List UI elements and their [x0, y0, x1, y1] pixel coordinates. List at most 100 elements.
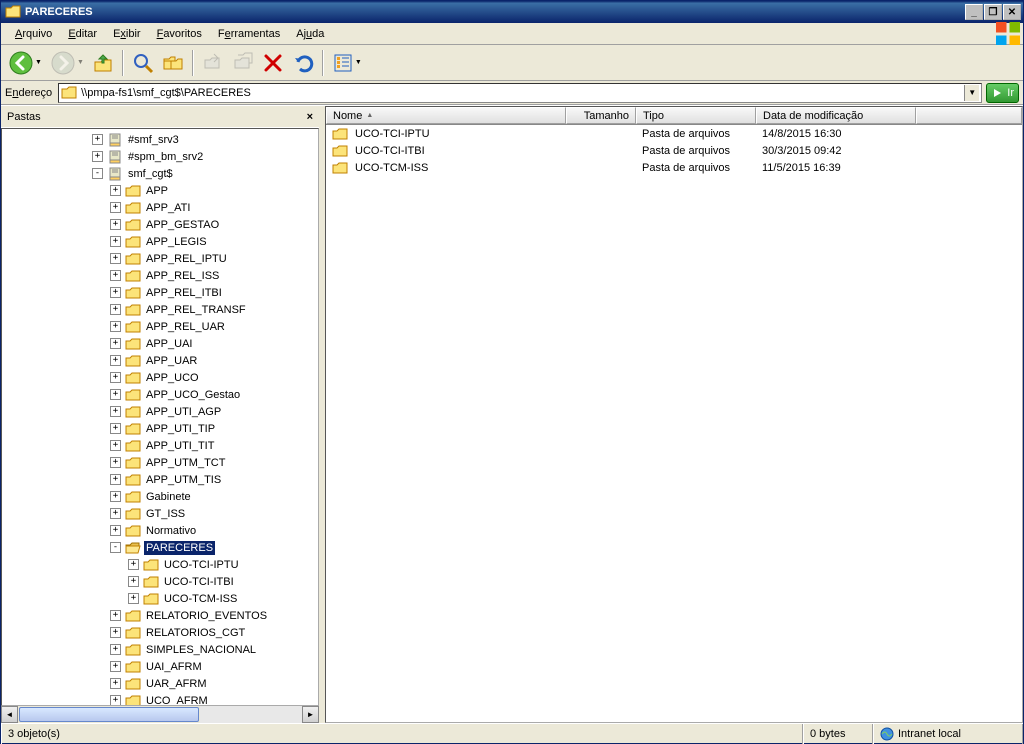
folders-button[interactable] — [159, 49, 187, 77]
expand-button[interactable]: + — [110, 474, 121, 485]
tree-label[interactable]: #smf_srv3 — [126, 133, 181, 147]
menu-exibir[interactable]: Exibir — [105, 25, 149, 43]
tree-hscroll[interactable]: ◄ ► — [1, 706, 319, 723]
tree-label[interactable]: UCO-TCI-IPTU — [162, 558, 241, 572]
scroll-track[interactable] — [200, 706, 302, 723]
tree-node[interactable]: +UCO_AFRM — [2, 692, 318, 706]
tree-node[interactable]: +APP_UCO_Gestao — [2, 386, 318, 403]
expand-button[interactable]: + — [110, 440, 121, 451]
column-header-nome[interactable]: Nome▲ — [326, 107, 566, 124]
undo-button[interactable] — [289, 49, 317, 77]
tree-label[interactable]: APP_UTI_AGP — [144, 405, 223, 419]
expand-button[interactable]: + — [110, 236, 121, 247]
up-button[interactable] — [89, 49, 117, 77]
expand-button[interactable]: + — [110, 406, 121, 417]
expand-button[interactable]: + — [128, 576, 139, 587]
tree-label[interactable]: APP — [144, 184, 170, 198]
tree-node[interactable]: + #spm_bm_srv2 — [2, 148, 318, 165]
tree-node[interactable]: +RELATORIOS_CGT — [2, 624, 318, 641]
tree-node[interactable]: +UCO-TCI-ITBI — [2, 573, 318, 590]
tree-node[interactable]: + RELATORIO_EVENTOS — [2, 607, 318, 624]
menu-arquivo[interactable]: Arquivo — [7, 25, 60, 43]
expand-button[interactable]: + — [110, 678, 121, 689]
scroll-thumb[interactable] — [19, 707, 199, 722]
search-button[interactable] — [129, 49, 157, 77]
tree-label[interactable]: APP_GESTAO — [144, 218, 221, 232]
tree-node[interactable]: - PARECERES — [2, 539, 318, 556]
tree-node[interactable]: + APP_UTM_TIS — [2, 471, 318, 488]
file-rows[interactable]: UCO-TCI-IPTUPasta de arquivos14/8/2015 1… — [326, 125, 1022, 722]
back-button[interactable]: ▼ — [5, 49, 45, 77]
tree-node[interactable]: +APP_UTI_TIT — [2, 437, 318, 454]
tree-node[interactable]: + UCO-TCM-ISS — [2, 590, 318, 607]
tree-label[interactable]: RELATORIO_EVENTOS — [144, 609, 269, 623]
expand-button[interactable]: + — [110, 338, 121, 349]
folders-panel-close-button[interactable]: × — [307, 111, 313, 123]
expand-button[interactable]: + — [110, 321, 121, 332]
expand-button[interactable]: + — [110, 695, 121, 706]
tree-node[interactable]: +APP_REL_IPTU — [2, 250, 318, 267]
menu-ferramentas[interactable]: Ferramentas — [210, 25, 288, 43]
tree-label[interactable]: PARECERES — [144, 541, 215, 555]
tree-node[interactable]: +Normativo — [2, 522, 318, 539]
views-button[interactable]: ▼ — [329, 49, 365, 77]
tree-label[interactable]: APP_UCO_Gestao — [144, 388, 242, 402]
expand-button[interactable]: + — [128, 559, 139, 570]
expand-button[interactable]: + — [110, 457, 121, 468]
tree-node[interactable]: + UCO-TCI-IPTU — [2, 556, 318, 573]
tree-node[interactable]: + #smf_srv3 — [2, 131, 318, 148]
menu-editar[interactable]: Editar — [60, 25, 105, 43]
address-combo[interactable]: \\pmpa-fs1\smf_cgt$\PARECERES ▼ — [58, 83, 982, 103]
copy-to-button[interactable] — [229, 49, 257, 77]
collapse-button[interactable]: - — [110, 542, 121, 553]
tree-label[interactable]: #spm_bm_srv2 — [126, 150, 205, 164]
expand-button[interactable]: + — [128, 593, 139, 604]
expand-button[interactable]: + — [110, 423, 121, 434]
tree-node[interactable]: +APP_UAI — [2, 335, 318, 352]
tree-label[interactable]: APP_REL_ISS — [144, 269, 221, 283]
tree-node[interactable]: +APP_UAR — [2, 352, 318, 369]
tree-label[interactable]: UAI_AFRM — [144, 660, 204, 674]
expand-button[interactable]: + — [110, 644, 121, 655]
expand-button[interactable]: + — [92, 151, 103, 162]
expand-button[interactable]: + — [110, 508, 121, 519]
tree-label[interactable]: APP_UTI_TIP — [144, 422, 217, 436]
scroll-left-button[interactable]: ◄ — [1, 706, 18, 723]
tree-node[interactable]: +UAR_AFRM — [2, 675, 318, 692]
tree-label[interactable]: APP_REL_ITBI — [144, 286, 224, 300]
expand-button[interactable]: + — [110, 202, 121, 213]
tree-node[interactable]: + APP_UTI_AGP — [2, 403, 318, 420]
file-row[interactable]: UCO-TCI-IPTUPasta de arquivos14/8/2015 1… — [326, 125, 1022, 142]
expand-button[interactable]: + — [110, 185, 121, 196]
tree-label[interactable]: SIMPLES_NACIONAL — [144, 643, 258, 657]
tree-node[interactable]: + APP_ATI — [2, 199, 318, 216]
tree-node[interactable]: +APP_REL_UAR — [2, 318, 318, 335]
expand-button[interactable]: + — [110, 491, 121, 502]
minimize-button[interactable]: _ — [965, 4, 983, 20]
tree-label[interactable]: APP_ATI — [144, 201, 192, 215]
go-button[interactable]: Ir — [986, 83, 1019, 103]
tree-node[interactable]: +APP_UCO — [2, 369, 318, 386]
menu-ajuda[interactable]: Ajuda — [288, 25, 332, 43]
address-dropdown-button[interactable]: ▼ — [964, 85, 979, 101]
expand-button[interactable]: + — [110, 253, 121, 264]
tree-node[interactable]: +APP_REL_ISS — [2, 267, 318, 284]
tree-label[interactable]: APP_UTM_TCT — [144, 456, 227, 470]
tree-node[interactable]: +UAI_AFRM — [2, 658, 318, 675]
tree-label[interactable]: smf_cgt$ — [126, 167, 175, 181]
tree-node[interactable]: -smf_cgt$ — [2, 165, 318, 182]
expand-button[interactable]: + — [110, 372, 121, 383]
tree-label[interactable]: UCO-TCM-ISS — [162, 592, 239, 606]
tree-node[interactable]: +APP_REL_TRANSF — [2, 301, 318, 318]
tree-node[interactable]: +GT_ISS — [2, 505, 318, 522]
delete-button[interactable] — [259, 49, 287, 77]
tree-label[interactable]: APP_UAR — [144, 354, 199, 368]
expand-button[interactable]: + — [110, 525, 121, 536]
expand-button[interactable]: + — [110, 610, 121, 621]
tree-node[interactable]: + APP_UTI_TIP — [2, 420, 318, 437]
file-row[interactable]: UCO-TCI-ITBIPasta de arquivos30/3/2015 0… — [326, 142, 1022, 159]
tree-label[interactable]: APP_UTM_TIS — [144, 473, 223, 487]
tree-label[interactable]: Gabinete — [144, 490, 193, 504]
expand-button[interactable]: + — [92, 134, 103, 145]
tree-node[interactable]: + APP — [2, 182, 318, 199]
